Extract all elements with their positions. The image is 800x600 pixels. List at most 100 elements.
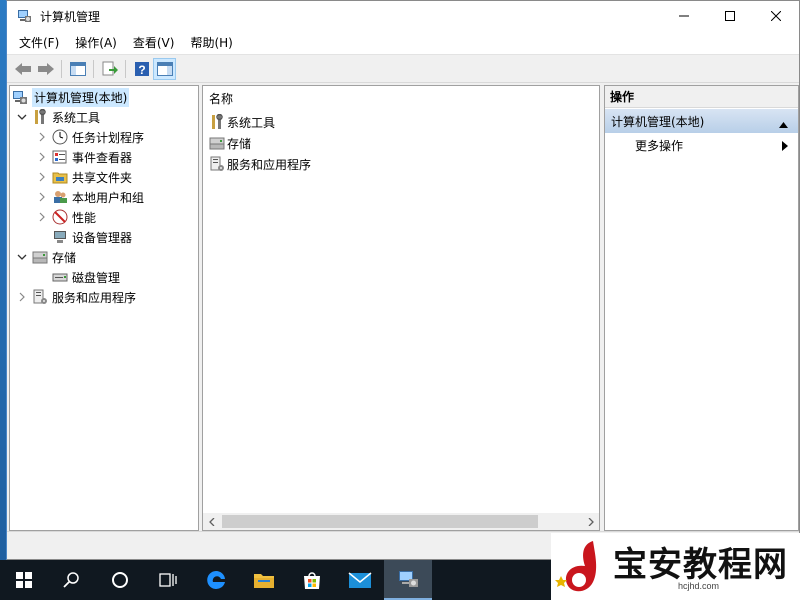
action-pane-button[interactable] <box>153 57 176 80</box>
users-icon <box>52 189 68 205</box>
back-arrow-icon <box>14 62 31 75</box>
console-tree-icon <box>69 61 86 76</box>
chevron-down-icon[interactable] <box>16 251 28 263</box>
back-button[interactable] <box>11 58 34 80</box>
forward-arrow-icon <box>37 62 54 75</box>
start-button[interactable] <box>0 560 48 600</box>
menu-view[interactable]: 查看(V) <box>125 31 183 55</box>
tree-item-performance[interactable]: 性能 <box>36 207 96 227</box>
watermark-url: hcjhd.com <box>678 581 720 591</box>
services-icon <box>209 156 225 172</box>
system-tools-icon <box>209 114 225 130</box>
results-pane: 名称 系统工具 存储 服务和应用程序 <box>202 85 600 531</box>
maximize-icon <box>725 11 735 21</box>
computer-management-taskbar-button[interactable] <box>384 560 432 600</box>
tree-label: 磁盘管理 <box>72 270 121 285</box>
search-button[interactable] <box>48 560 96 600</box>
tree-label: 共享文件夹 <box>72 170 133 185</box>
disk-icon <box>52 269 68 285</box>
tree-label: 存储 <box>52 250 77 265</box>
store-button[interactable] <box>288 560 336 600</box>
tree-item-system-tools[interactable]: 系统工具 <box>16 107 100 127</box>
tree-item-disk-management[interactable]: 磁盘管理 <box>52 267 120 287</box>
clock-icon <box>52 129 68 145</box>
show-hide-tree-button[interactable] <box>66 58 89 80</box>
cortana-button[interactable] <box>96 560 144 600</box>
chevron-right-icon[interactable] <box>16 291 28 303</box>
export-icon <box>102 61 118 75</box>
export-list-button[interactable] <box>98 58 121 80</box>
horizontal-scrollbar[interactable] <box>203 513 599 530</box>
scrollbar-thumb[interactable] <box>222 515 538 528</box>
event-viewer-icon <box>52 149 68 165</box>
performance-icon <box>52 209 68 225</box>
list-item[interactable]: 存储 <box>209 133 251 153</box>
chevron-down-icon[interactable] <box>16 111 28 123</box>
computer-management-icon <box>16 8 32 24</box>
cortana-icon <box>112 572 128 588</box>
column-header-name[interactable]: 名称 <box>209 90 233 107</box>
tree-item-event-viewer[interactable]: 事件查看器 <box>36 147 132 167</box>
task-view-icon <box>159 573 177 587</box>
chevron-right-icon[interactable] <box>36 171 48 183</box>
scroll-left-icon[interactable] <box>203 513 220 530</box>
tree-label: 事件查看器 <box>72 150 133 165</box>
edge-button[interactable] <box>192 560 240 600</box>
help-button[interactable]: ? <box>130 58 153 80</box>
list-item[interactable]: 系统工具 <box>209 112 275 132</box>
more-actions-item[interactable]: 更多操作 <box>605 133 798 157</box>
tree-item-shared-folders[interactable]: 共享文件夹 <box>36 167 132 187</box>
svg-text:?: ? <box>138 63 145 77</box>
computer-management-icon <box>399 571 418 587</box>
list-item-label: 存储 <box>227 136 252 151</box>
chevron-right-icon[interactable] <box>36 211 48 223</box>
scroll-right-icon[interactable] <box>582 513 599 530</box>
mail-button[interactable] <box>336 560 384 600</box>
mail-icon <box>348 572 372 588</box>
minimize-button[interactable] <box>661 1 707 31</box>
chevron-right-icon[interactable] <box>36 131 48 143</box>
action-pane-icon <box>156 61 173 76</box>
actions-group-label: 计算机管理(本地) <box>611 114 705 129</box>
chevron-right-icon[interactable] <box>36 151 48 163</box>
computer-management-icon <box>12 89 28 105</box>
search-icon <box>63 572 79 588</box>
tree-item-local-users[interactable]: 本地用户和组 <box>36 187 144 207</box>
menu-action[interactable]: 操作(A) <box>67 31 125 55</box>
close-button[interactable] <box>753 1 799 31</box>
tree-label: 服务和应用程序 <box>52 290 137 305</box>
store-icon <box>304 572 320 589</box>
menu-file[interactable]: 文件(F) <box>11 31 67 55</box>
chevron-right-icon[interactable] <box>36 191 48 203</box>
tree-item-task-scheduler[interactable]: 任务计划程序 <box>36 127 144 147</box>
maximize-button[interactable] <box>707 1 753 31</box>
edge-icon <box>207 570 225 589</box>
storage-icon <box>32 249 48 265</box>
watermark-text: 宝安教程网 <box>613 545 788 585</box>
watermark: 宝安教程网 hcjhd.com <box>551 533 800 600</box>
task-view-button[interactable] <box>144 560 192 600</box>
tree-item-services[interactable]: 服务和应用程序 <box>16 287 136 307</box>
more-actions-label: 更多操作 <box>635 138 684 153</box>
file-explorer-button[interactable] <box>240 560 288 600</box>
list-item[interactable]: 服务和应用程序 <box>209 154 311 174</box>
title-bar: 计算机管理 <box>7 1 799 31</box>
tree-label: 设备管理器 <box>72 230 133 245</box>
forward-button[interactable] <box>34 58 57 80</box>
tree-item-device-manager[interactable]: 设备管理器 <box>52 227 132 247</box>
menu-help[interactable]: 帮助(H) <box>182 31 240 55</box>
tree-item-root[interactable]: 计算机管理(本地) <box>12 87 130 107</box>
menu-bar: 文件(F) 操作(A) 查看(V) 帮助(H) <box>7 31 799 55</box>
system-tools-icon <box>32 109 48 125</box>
tree-label: 本地用户和组 <box>72 190 145 205</box>
close-icon <box>771 11 781 21</box>
caret-right-icon <box>782 140 788 154</box>
tree-label: 任务计划程序 <box>72 130 145 145</box>
caret-up-icon[interactable] <box>779 117 788 131</box>
device-manager-icon <box>52 229 68 245</box>
folder-icon <box>254 574 274 588</box>
watermark-logo-icon <box>555 541 597 592</box>
tree-item-storage[interactable]: 存储 <box>16 247 76 267</box>
actions-group-header[interactable]: 计算机管理(本地) <box>605 109 798 133</box>
shared-folder-icon <box>52 169 68 185</box>
